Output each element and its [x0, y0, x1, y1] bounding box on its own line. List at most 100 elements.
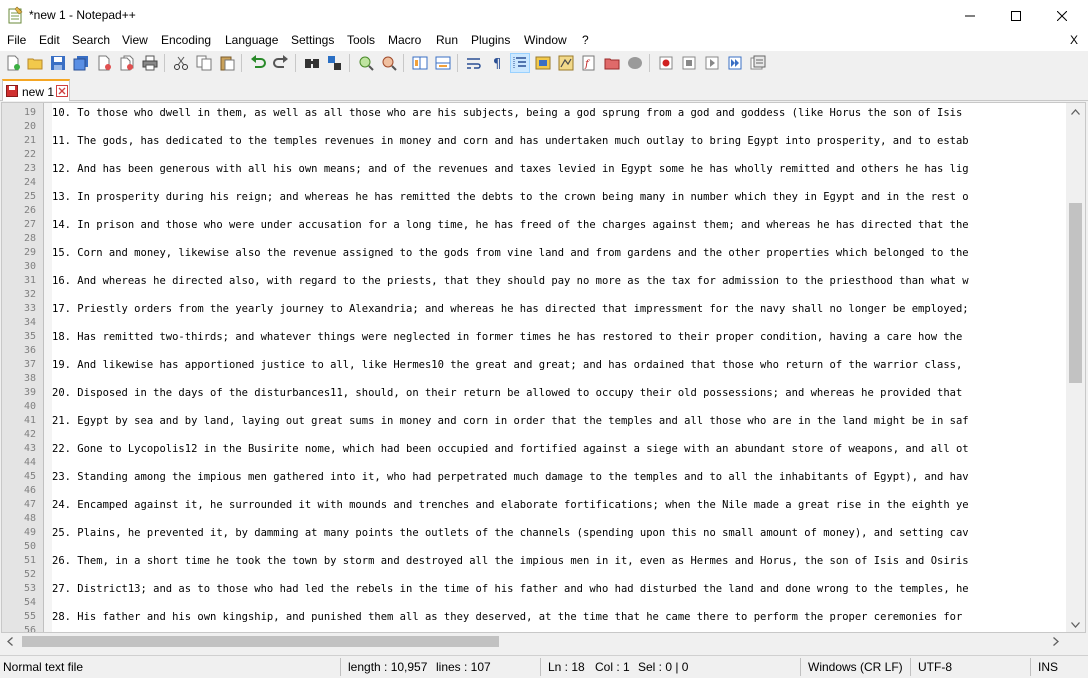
- status-encoding[interactable]: UTF-8: [918, 660, 952, 674]
- code-line[interactable]: 18. Has remitted two-thirds; and whateve…: [52, 330, 962, 344]
- line-number: 48: [23, 513, 36, 524]
- code-line[interactable]: 14. In prison and those who were under a…: [52, 218, 969, 232]
- horizontal-scroll-thumb[interactable]: [22, 636, 499, 647]
- undo-icon: [251, 55, 266, 68]
- function-list-button[interactable]: f: [579, 53, 599, 73]
- code-line[interactable]: 20. Disposed in the days of the disturba…: [52, 386, 962, 400]
- menu-settings[interactable]: Settings: [291, 33, 334, 47]
- menu-macro[interactable]: Macro: [388, 33, 421, 47]
- sync-vertical-button[interactable]: [410, 53, 430, 73]
- indent-guide-button[interactable]: [510, 53, 530, 73]
- word-wrap-button[interactable]: [464, 53, 484, 73]
- horizontal-scrollbar[interactable]: [1, 633, 1065, 650]
- menu-run[interactable]: Run: [436, 33, 458, 47]
- code-line[interactable]: 28. His father and his own kingship, and…: [52, 610, 962, 624]
- line-number: 28: [23, 233, 36, 244]
- code-line[interactable]: 26. Them, in a short time he took the to…: [52, 554, 969, 568]
- menu-plugins[interactable]: Plugins: [471, 33, 510, 47]
- line-number: 54: [23, 597, 36, 608]
- menu-view[interactable]: View: [122, 33, 148, 47]
- scroll-left-button[interactable]: [1, 633, 18, 650]
- code-line[interactable]: 22. Gone to Lycopolis12 in the Busirite …: [52, 442, 969, 456]
- menu-language[interactable]: Language: [225, 33, 278, 47]
- undo-button[interactable]: [248, 53, 268, 73]
- menu-help[interactable]: ?: [582, 33, 589, 47]
- notepad-app-icon: [8, 6, 23, 24]
- user-defined-language-button[interactable]: [533, 53, 553, 73]
- close-button[interactable]: [1039, 0, 1085, 31]
- line-number: 31: [23, 275, 36, 286]
- line-number: 47: [23, 499, 36, 510]
- code-line[interactable]: 25. Plains, he prevented it, by damming …: [52, 526, 969, 540]
- save-macro-button[interactable]: [748, 53, 768, 73]
- menu-tools[interactable]: Tools: [347, 33, 375, 47]
- line-number: 36: [23, 345, 36, 356]
- save-icon: [51, 56, 65, 70]
- replace-button[interactable]: [325, 53, 345, 73]
- scroll-up-button[interactable]: [1066, 103, 1085, 120]
- paste-button[interactable]: [217, 53, 237, 73]
- redo-button[interactable]: [271, 53, 291, 73]
- zoom-in-button[interactable]: [356, 53, 376, 73]
- maximize-button[interactable]: [993, 0, 1039, 31]
- menu-encoding[interactable]: Encoding: [161, 33, 211, 47]
- scroll-right-button[interactable]: [1047, 633, 1064, 650]
- monitoring-button[interactable]: [625, 53, 645, 73]
- code-line[interactable]: 10. To those who dwell in them, as well …: [52, 106, 962, 120]
- status-insert-mode[interactable]: INS: [1038, 660, 1058, 674]
- menu-edit[interactable]: Edit: [39, 33, 60, 47]
- chevron-down-icon: [1071, 621, 1080, 628]
- folder-workspace-button[interactable]: [602, 53, 622, 73]
- code-line[interactable]: 11. The gods, has dedicated to the templ…: [52, 134, 969, 148]
- close-all-icon: [120, 55, 134, 71]
- show-all-chars-button[interactable]: ¶: [487, 53, 507, 73]
- save-all-button[interactable]: [71, 53, 91, 73]
- code-line[interactable]: 27. District13; and as to those who had …: [52, 582, 969, 596]
- document-map-button[interactable]: [556, 53, 576, 73]
- cut-button[interactable]: [171, 53, 191, 73]
- text-editor[interactable]: 19 20 21 22 23 24 25 26 27 28 29 30 31 32 33 34 35 36 37 38…: [1, 102, 1086, 633]
- toolbar-separator: [403, 54, 404, 72]
- fold-margin[interactable]: [44, 103, 52, 632]
- vertical-scroll-thumb[interactable]: [1069, 203, 1082, 383]
- code-line[interactable]: 13. In prosperity during his reign; and …: [52, 190, 969, 204]
- stop-macro-button[interactable]: [679, 53, 699, 73]
- menu-search[interactable]: Search: [72, 33, 110, 47]
- open-file-button[interactable]: [25, 53, 45, 73]
- code-line[interactable]: 12. And has been generous with all his o…: [52, 162, 969, 176]
- tab-close-icon[interactable]: [56, 85, 68, 97]
- scroll-down-button[interactable]: [1066, 616, 1085, 632]
- line-number: 26: [23, 205, 36, 216]
- code-line[interactable]: 24. Encamped against it, he surrounded i…: [52, 498, 969, 512]
- code-line[interactable]: 23. Standing among the impious men gathe…: [52, 470, 969, 484]
- code-line[interactable]: 17. Priestly orders from the yearly jour…: [52, 302, 969, 316]
- code-line[interactable]: 16. And whereas he directed also, with r…: [52, 274, 969, 288]
- close-all-button[interactable]: [117, 53, 137, 73]
- find-button[interactable]: [302, 53, 322, 73]
- new-file-button[interactable]: [3, 53, 23, 73]
- toolbar-separator: [295, 54, 296, 72]
- zoom-out-button[interactable]: [379, 53, 399, 73]
- sync-vertical-icon: [412, 56, 428, 70]
- line-number: 49: [23, 527, 36, 538]
- play-macro-button[interactable]: [702, 53, 722, 73]
- save-button[interactable]: [48, 53, 68, 73]
- code-line[interactable]: 21. Egypt by sea and by land, laying out…: [52, 414, 969, 428]
- record-macro-button[interactable]: [656, 53, 676, 73]
- close-document-button[interactable]: X: [1070, 33, 1078, 47]
- tab-new-1[interactable]: new 1: [2, 79, 70, 101]
- code-line[interactable]: 15. Corn and money, likewise also the re…: [52, 246, 969, 260]
- minimize-button[interactable]: [947, 0, 993, 31]
- status-eol[interactable]: Windows (CR LF): [808, 660, 903, 674]
- menu-window[interactable]: Window: [524, 33, 567, 47]
- close-file-button[interactable]: [94, 53, 114, 73]
- menu-file[interactable]: File: [7, 33, 26, 47]
- print-button[interactable]: [140, 53, 160, 73]
- sync-horizontal-button[interactable]: [433, 53, 453, 73]
- word-wrap-icon: [467, 58, 481, 69]
- copy-button[interactable]: [194, 53, 214, 73]
- vertical-scrollbar[interactable]: [1066, 103, 1085, 632]
- title-bar[interactable]: *new 1 - Notepad++: [0, 0, 1088, 31]
- run-macro-multiple-button[interactable]: [725, 53, 745, 73]
- code-line[interactable]: 19. And likewise has apportioned justice…: [52, 358, 962, 372]
